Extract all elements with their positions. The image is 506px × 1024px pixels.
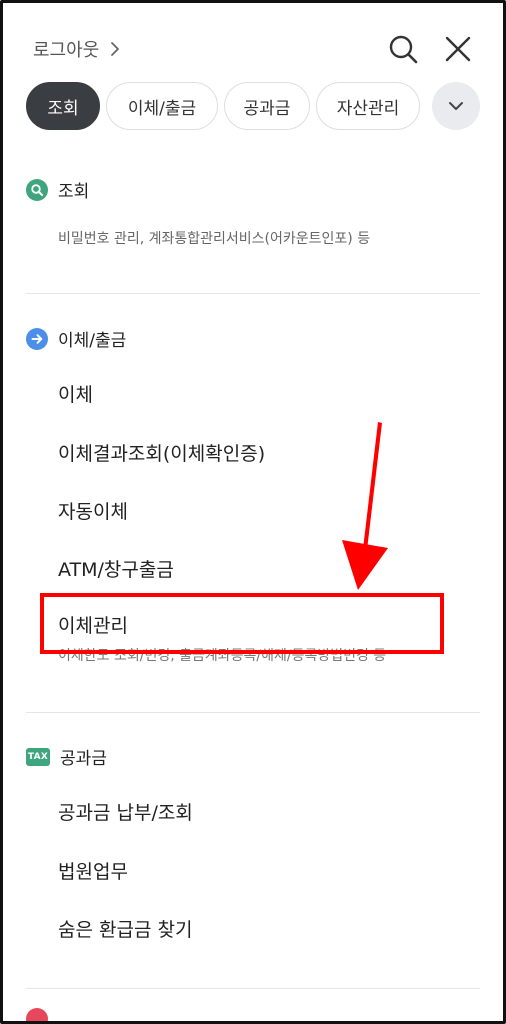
search-icon [26, 178, 48, 201]
section-asset-header-partial[interactable] [26, 1008, 48, 1024]
category-tabs: 조회 이체/출금 공과금 자산관리 [26, 82, 486, 132]
section-inquiry-description: 비밀번호 관리, 계좌통합관리서비스(어카운트인포) 등 [58, 231, 371, 247]
menu-item-transfer[interactable]: 이체 [58, 380, 93, 407]
divider [26, 293, 480, 294]
top-bar: 로그아웃 [0, 22, 506, 76]
divider [26, 712, 480, 713]
section-inquiry-title: 조회 [58, 182, 90, 202]
close-icon[interactable] [441, 32, 475, 66]
asset-icon [26, 1008, 48, 1024]
menu-item-atm-withdrawal[interactable]: ATM/창구출금 [58, 555, 174, 582]
section-transfer-header[interactable]: 이체/출금 [26, 326, 126, 351]
tax-icon: TAX [26, 747, 50, 766]
annotation-arrow-icon [342, 422, 388, 590]
tab-transfer[interactable]: 이체/출금 [106, 82, 218, 130]
chevron-down-icon [449, 102, 463, 110]
menu-item-hidden-refund[interactable]: 숨은 환급금 찾기 [58, 915, 192, 942]
section-utility-header[interactable]: TAX 공과금 [26, 744, 107, 769]
menu-item-court-affairs[interactable]: 법원업무 [58, 857, 128, 884]
search-icon[interactable] [386, 32, 420, 66]
more-tabs-button[interactable] [432, 82, 480, 130]
menu-item-utility-payment[interactable]: 공과금 납부/조회 [58, 798, 193, 825]
tab-utility[interactable]: 공과금 [224, 82, 310, 130]
menu-item-auto-transfer[interactable]: 자동이체 [58, 497, 128, 524]
arrow-right-icon [26, 327, 48, 350]
menu-item-transfer-result[interactable]: 이체결과조회(이체확인증) [58, 439, 265, 466]
section-transfer-title: 이체/출금 [58, 331, 127, 351]
tab-asset-management[interactable]: 자산관리 [316, 82, 420, 130]
tab-inquiry[interactable]: 조회 [26, 82, 100, 130]
annotation-highlight-box [40, 593, 444, 654]
divider [26, 988, 480, 989]
chevron-right-icon [111, 42, 120, 56]
section-utility-title: 공과금 [60, 749, 107, 769]
logout-link[interactable]: 로그아웃 [33, 36, 123, 62]
section-inquiry-header[interactable]: 조회 [26, 177, 89, 202]
logout-label: 로그아웃 [33, 40, 100, 61]
